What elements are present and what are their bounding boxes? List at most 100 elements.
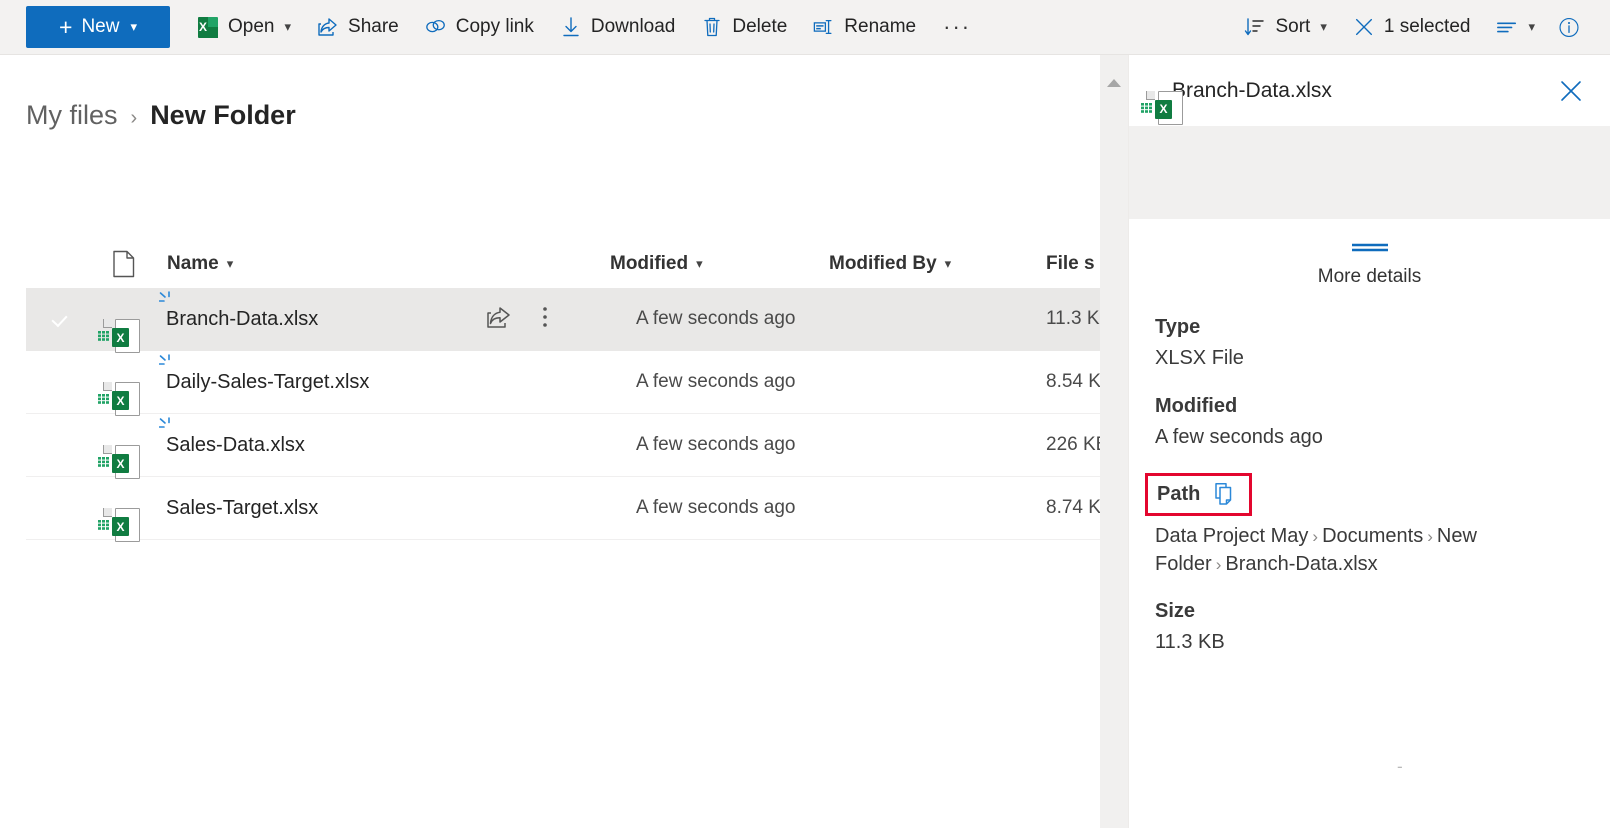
share-button-label: Share [348,16,399,37]
column-header-name[interactable]: Name ▾ [167,253,233,275]
breadcrumb: My files › New Folder [0,55,1100,131]
path-segment[interactable]: Documents [1322,525,1423,547]
share-icon [317,16,339,38]
column-header-modified[interactable]: Modified ▾ [610,253,703,275]
selection-count-button[interactable]: 1 selected [1340,0,1484,54]
table-row[interactable]: X Daily-Sales-Target.xlsx A few seconds ag… [26,351,1100,416]
download-icon [560,16,582,38]
metadata-type-value: XLSX File [1155,347,1244,369]
breadcrumb-current[interactable]: New Folder [150,100,296,131]
file-list-area: My files › New Folder Name ▾ Modified ▾ … [0,55,1100,828]
details-header: X Branch-Data.xlsx [1129,55,1610,126]
metadata-modified: Modified A few seconds ago [1155,395,1584,452]
path-separator-icon: › [1312,527,1319,547]
close-x-icon [1353,16,1375,38]
table-row[interactable]: XSales-Data.xlsxA few seconds ago226 KB [26,414,1100,479]
row-checkbox[interactable] [48,433,72,457]
row-checkbox[interactable] [48,370,72,394]
table-row[interactable]: X Sales-Target.xlsx A few seconds ago 8.74 … [26,477,1100,542]
ellipsis-icon[interactable]: ··· [929,0,985,54]
cell-modified: A few seconds ago [636,434,796,455]
column-header-file-size[interactable]: File s [1046,253,1095,275]
column-header-name-label: Name [167,253,219,274]
more-vertical-icon[interactable] [542,305,548,334]
file-metadata: Type XLSX File Modified A few seconds ag… [1129,288,1610,657]
chevron-down-icon: ▾ [130,19,137,34]
copy-link-button[interactable]: Copy link [412,0,547,54]
chevron-down-icon: ▾ [284,19,292,34]
metadata-path-value[interactable]: Data Project May › Documents › New Folder › Br… [1155,523,1523,578]
sort-icon [1244,16,1266,38]
chevron-down-icon: ▾ [1320,19,1327,34]
new-button[interactable]: + New ▾ [26,6,170,48]
view-list-icon [1496,16,1518,38]
file-icon[interactable] [112,250,136,278]
open-button-label: Open [228,16,275,37]
command-bar-right: Sort ▾ 1 selected ▾ [1231,0,1610,54]
cell-file-size: 226 KB [1046,434,1100,455]
column-header-modified-label: Modified [610,253,689,274]
metadata-modified-label: Modified [1155,394,1238,417]
metadata-size: Size 11.3 KB [1155,600,1584,657]
open-button[interactable]: X Open ▾ [184,0,304,54]
table-row[interactable]: X Branch-Data.xlsx A few seconds ago 11.3 K [26,288,1100,353]
more-details-toggle[interactable]: More details [1129,219,1610,288]
download-button-label: Download [590,16,676,37]
column-header-modified-by[interactable]: Modified By ▾ [829,253,951,275]
trash-icon [701,16,723,38]
path-segment[interactable]: Data Project May [1155,525,1308,547]
file-name-text: Daily-Sales-Target.xlsx [166,370,370,393]
file-name-text: Branch-Data.xlsx [166,307,319,330]
sort-button-label: Sort [1275,16,1311,37]
metadata-path-label: Path [1157,482,1201,505]
copy-link-button-label: Copy link [455,16,534,37]
share-icon[interactable] [486,305,512,334]
row-checkbox[interactable] [48,307,72,331]
chevron-down-icon: ▾ [1528,19,1535,34]
cell-modified: A few seconds ago [636,371,796,392]
cell-file-size: 8.54 K [1046,371,1100,392]
cell-modified: A few seconds ago [636,308,796,329]
vertical-scrollbar[interactable] [1100,55,1128,828]
file-name-link[interactable]: Sales-Target.xlsx [166,497,318,520]
new-button-label: New [81,16,120,37]
metadata-path: Path Data Project May › Documents › New Fold… [1145,473,1584,578]
rename-icon [813,16,835,38]
sort-button[interactable]: Sort ▾ [1231,0,1339,54]
column-header-file-size-label: File s [1046,253,1095,274]
cell-file-size: 11.3 K [1046,308,1100,329]
excel-icon: X [197,16,219,38]
path-segment[interactable]: Branch-Data.xlsx [1225,553,1377,575]
share-button[interactable]: Share [304,0,412,54]
delete-button-label: Delete [732,16,788,37]
column-headers: Name ▾ Modified ▾ Modified By ▾ File s [0,240,1100,288]
metadata-modified-value: A few seconds ago [1155,425,1323,448]
chevron-down-icon: ▾ [696,256,703,271]
copy-icon[interactable] [1213,482,1236,506]
path-separator-icon: › [1427,527,1433,547]
rename-button[interactable]: Rename [800,0,929,54]
cell-file-size: 8.74 K [1046,497,1100,518]
details-close-button[interactable] [1554,74,1588,108]
file-name-link[interactable]: Branch-Data.xlsx [159,290,319,331]
breadcrumb-root[interactable]: My files [26,100,118,131]
command-bar: + New ▾ X Open ▾ Share Copy link Downloa… [0,0,1610,55]
more-details-label: More details [1317,266,1422,287]
cell-modified: A few seconds ago [636,497,796,518]
file-preview-area [1129,126,1610,219]
selection-count-label: 1 selected [1383,16,1471,37]
metadata-type-label: Type [1155,316,1201,338]
file-name-link[interactable]: Daily-Sales-Target.xlsx [159,353,370,394]
download-button[interactable]: Download [547,0,689,54]
plus-icon: + [59,13,73,40]
info-button[interactable] [1548,0,1590,54]
file-name-text: Sales-Data.xlsx [166,433,305,456]
link-icon [425,16,447,38]
file-name-link[interactable]: Sales-Data.xlsx [159,416,305,457]
view-options-button[interactable]: ▾ [1483,0,1548,54]
delete-button[interactable]: Delete [688,0,800,54]
info-icon [1558,16,1580,38]
row-checkbox[interactable] [48,496,72,520]
scroll-up-arrow-icon[interactable] [1107,79,1121,87]
details-file-title: Branch-Data.xlsx [1172,78,1332,102]
